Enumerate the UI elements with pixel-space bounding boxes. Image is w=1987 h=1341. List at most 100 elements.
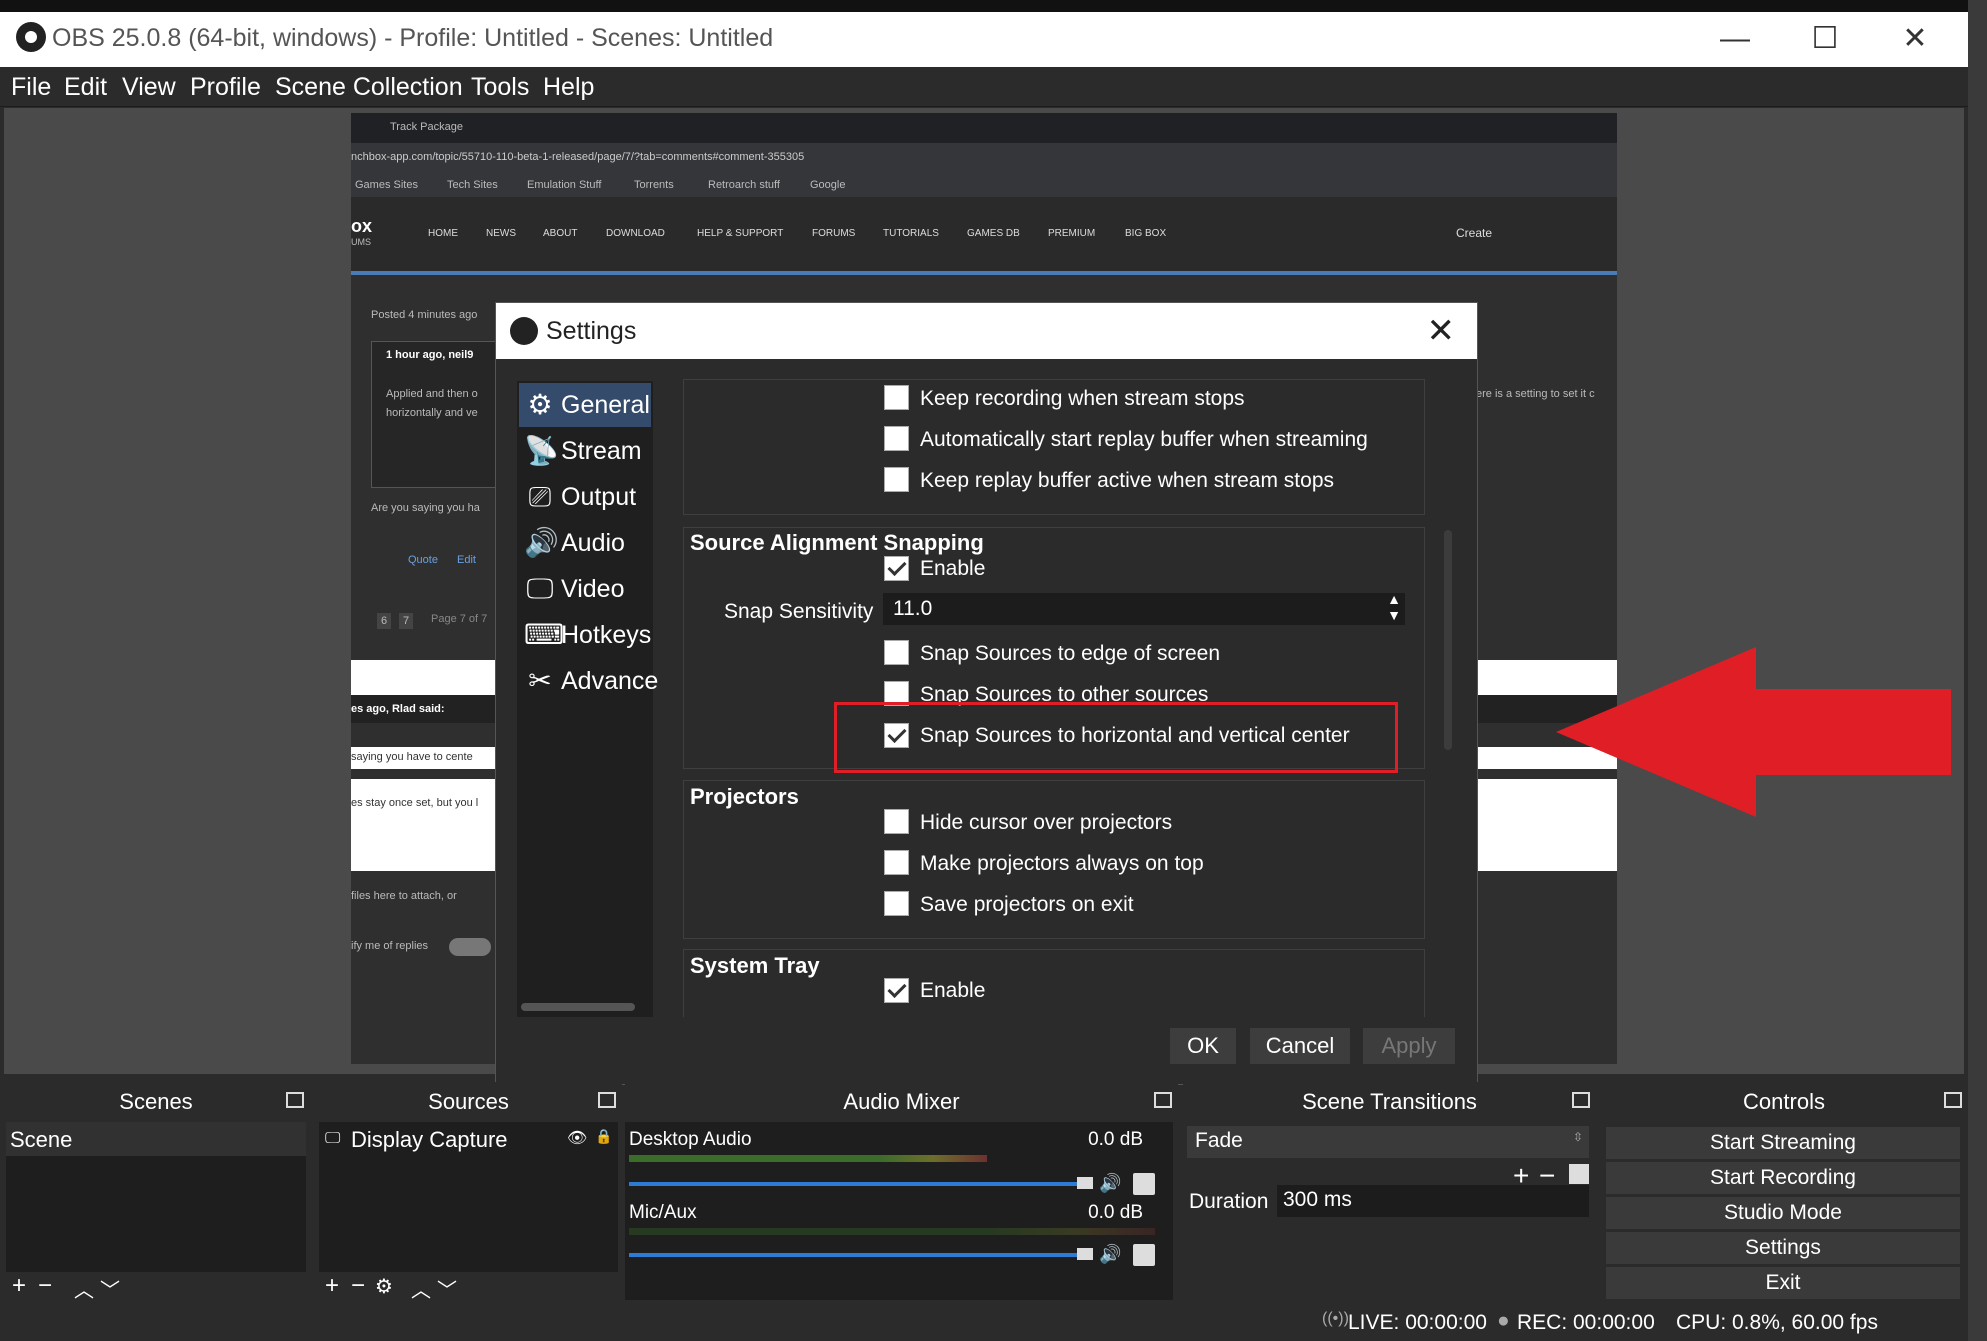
studio-mode-button[interactable]: Studio Mode bbox=[1606, 1197, 1960, 1229]
close-window-button[interactable]: ✕ bbox=[1885, 20, 1945, 60]
menu-tools[interactable]: Tools bbox=[471, 73, 529, 102]
checkbox-auto-replay[interactable] bbox=[884, 426, 909, 451]
menu-view[interactable]: View bbox=[122, 73, 176, 102]
settings-sidebar: ⚙ General 📡 Stream ⎚ Output 🔊 Audio 🖵 Vi… bbox=[517, 381, 658, 1017]
menu-scene-collection[interactable]: Scene Collection bbox=[275, 73, 463, 102]
gear-icon[interactable]: ⚙ bbox=[375, 1274, 393, 1299]
volume-slider[interactable] bbox=[629, 1182, 1087, 1186]
scene-transitions-title: Scene Transitions bbox=[1302, 1089, 1477, 1114]
sidebar-item-audio[interactable]: 🔊 Audio bbox=[519, 521, 651, 565]
site-create-button: Create bbox=[1456, 226, 1493, 240]
keyboard-icon: ⌨ bbox=[524, 619, 565, 650]
sidebar-item-hotkeys[interactable]: ⌨ Hotkeys bbox=[519, 613, 651, 657]
editor-text: es stay once set, but you l bbox=[351, 797, 479, 809]
chevron-updown-icon: ⇳ bbox=[1572, 1130, 1583, 1144]
add-icon[interactable]: + bbox=[12, 1272, 26, 1300]
remove-icon[interactable]: − bbox=[38, 1272, 52, 1300]
sidebar-item-label: Advance bbox=[561, 667, 659, 695]
checkbox-keep-recording[interactable] bbox=[884, 385, 909, 410]
undock-icon[interactable] bbox=[1154, 1092, 1172, 1108]
checkbox-snap-edge[interactable] bbox=[884, 640, 909, 665]
settings-scrollbar[interactable] bbox=[1444, 530, 1452, 750]
menu-edit[interactable]: Edit bbox=[64, 73, 107, 102]
eye-icon[interactable]: 👁 bbox=[567, 1128, 587, 1148]
channel-settings-icon[interactable] bbox=[1133, 1173, 1155, 1195]
snap-sensitivity-spinbox[interactable]: 11.0 ▲ ▼ bbox=[883, 591, 1405, 625]
duration-spinbox[interactable]: 300 ms bbox=[1277, 1185, 1589, 1217]
volume-slider[interactable] bbox=[629, 1253, 1087, 1257]
checkbox-hide-cursor[interactable] bbox=[884, 809, 909, 834]
list-item[interactable]: Display Capture bbox=[351, 1127, 508, 1153]
undock-icon[interactable] bbox=[286, 1092, 304, 1108]
sources-list[interactable]: 🖵 Display Capture 👁 🔒 bbox=[319, 1122, 618, 1272]
sidebar-item-label: Audio bbox=[561, 529, 625, 557]
editor-text: saying you have to cente bbox=[351, 751, 473, 763]
sidebar-item-advanced[interactable]: ✂ Advance bbox=[519, 659, 658, 703]
exit-button[interactable]: Exit bbox=[1606, 1267, 1960, 1299]
menu-file[interactable]: File bbox=[11, 73, 51, 102]
undock-icon[interactable] bbox=[1944, 1092, 1962, 1108]
sidebar-item-stream[interactable]: 📡 Stream bbox=[519, 429, 651, 473]
ok-button[interactable]: OK bbox=[1170, 1028, 1236, 1064]
menu-help[interactable]: Help bbox=[543, 73, 594, 102]
apply-button[interactable]: Apply bbox=[1363, 1028, 1455, 1064]
undock-icon[interactable] bbox=[598, 1092, 616, 1108]
channel-settings-icon[interactable] bbox=[1133, 1244, 1155, 1266]
start-recording-button[interactable]: Start Recording bbox=[1606, 1162, 1960, 1194]
add-icon[interactable]: + bbox=[325, 1272, 339, 1300]
site-nav-item: HELP & SUPPORT bbox=[697, 228, 784, 239]
sidebar-item-video[interactable]: 🖵 Video bbox=[519, 567, 651, 611]
controls-title: Controls bbox=[1743, 1089, 1825, 1114]
scene-transitions-dock: Scene Transitions Fade ⇳ + − Duration 30… bbox=[1183, 1082, 1596, 1304]
settings-button[interactable]: Settings bbox=[1606, 1232, 1960, 1264]
bookmark: Games Sites bbox=[355, 179, 418, 191]
sidebar-scrollbar[interactable] bbox=[521, 1003, 635, 1011]
sidebar-item-output[interactable]: ⎚ Output bbox=[519, 475, 651, 519]
settings-close-button[interactable]: ✕ bbox=[1427, 311, 1456, 351]
sources-dock: Sources 🖵 Display Capture 👁 🔒 + − ⚙ ︿ ﹀ bbox=[315, 1082, 622, 1304]
cancel-button[interactable]: Cancel bbox=[1250, 1028, 1350, 1064]
transition-select[interactable]: Fade ⇳ bbox=[1187, 1126, 1589, 1158]
spin-down-icon[interactable]: ▼ bbox=[1387, 607, 1401, 623]
minimize-button[interactable]: — bbox=[1705, 20, 1765, 60]
site-nav-item: NEWS bbox=[486, 228, 516, 239]
site-nav-item: BIG BOX bbox=[1125, 228, 1167, 239]
undock-icon[interactable] bbox=[1572, 1092, 1590, 1108]
sidebar-item-general[interactable]: ⚙ General bbox=[519, 383, 651, 427]
move-up-icon[interactable]: ︿ bbox=[74, 1274, 94, 1303]
sidebar-item-label: General bbox=[561, 391, 650, 419]
move-up-icon[interactable]: ︿ bbox=[411, 1274, 431, 1303]
mixer-panel: Desktop Audio 0.0 dB 🔊 Mic/Aux 0.0 dB 🔊 bbox=[625, 1122, 1173, 1300]
move-down-icon[interactable]: ﹀ bbox=[100, 1274, 120, 1303]
browser-tab: Track Package bbox=[390, 121, 463, 133]
snap-sensitivity-label: Snap Sensitivity bbox=[724, 600, 874, 623]
menu-profile[interactable]: Profile bbox=[190, 73, 261, 102]
volume-slider-handle[interactable] bbox=[1077, 1248, 1093, 1260]
checkbox-tray-enable[interactable] bbox=[884, 978, 909, 1003]
tools-icon: ✂ bbox=[528, 665, 552, 696]
maximize-button[interactable]: ☐ bbox=[1795, 20, 1855, 60]
checkbox-save-projectors[interactable] bbox=[884, 891, 909, 916]
settings-title: Settings bbox=[546, 317, 637, 345]
red-arrow-icon bbox=[1556, 647, 1951, 817]
move-down-icon[interactable]: ﹀ bbox=[437, 1274, 457, 1303]
bookmark: Torrents bbox=[634, 179, 674, 191]
scenes-list[interactable]: Scene bbox=[6, 1122, 306, 1272]
speaker-icon[interactable]: 🔊 bbox=[1099, 1244, 1121, 1265]
checkbox-keep-replay-active[interactable] bbox=[884, 467, 909, 492]
monitor-icon: 🖵 bbox=[526, 573, 554, 604]
transition-settings-icon[interactable] bbox=[1569, 1164, 1589, 1184]
speaker-icon[interactable]: 🔊 bbox=[1099, 1173, 1121, 1194]
checkbox-projectors-on-top[interactable] bbox=[884, 850, 909, 875]
window-title: OBS 25.0.8 (64-bit, windows) - Profile: … bbox=[52, 24, 774, 52]
checkbox-label: Enable bbox=[920, 557, 986, 580]
checkbox-snapping-enable[interactable] bbox=[884, 556, 909, 581]
start-streaming-button[interactable]: Start Streaming bbox=[1606, 1127, 1960, 1159]
volume-slider-handle[interactable] bbox=[1077, 1177, 1093, 1189]
lock-icon[interactable]: 🔒 bbox=[595, 1128, 612, 1145]
audio-mixer-dock: Audio Mixer Desktop Audio 0.0 dB 🔊 Mic/A… bbox=[625, 1082, 1178, 1304]
spin-up-icon[interactable]: ▲ bbox=[1387, 591, 1401, 607]
list-item[interactable]: Scene bbox=[10, 1127, 72, 1153]
remove-icon[interactable]: − bbox=[351, 1272, 365, 1300]
sources-dock-title: Sources bbox=[428, 1089, 509, 1114]
